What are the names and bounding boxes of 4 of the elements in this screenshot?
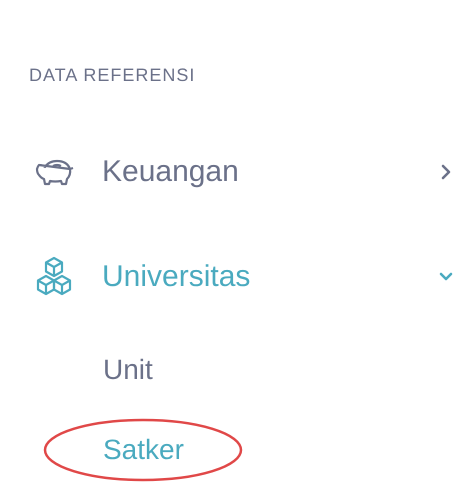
submenu-item[interactable]: Unit [103, 354, 153, 386]
menu-item[interactable]: Universitas [0, 247, 455, 307]
menu-item[interactable]: Keuangan [0, 142, 455, 202]
section-heading: DATA REFERENSI [29, 64, 196, 86]
